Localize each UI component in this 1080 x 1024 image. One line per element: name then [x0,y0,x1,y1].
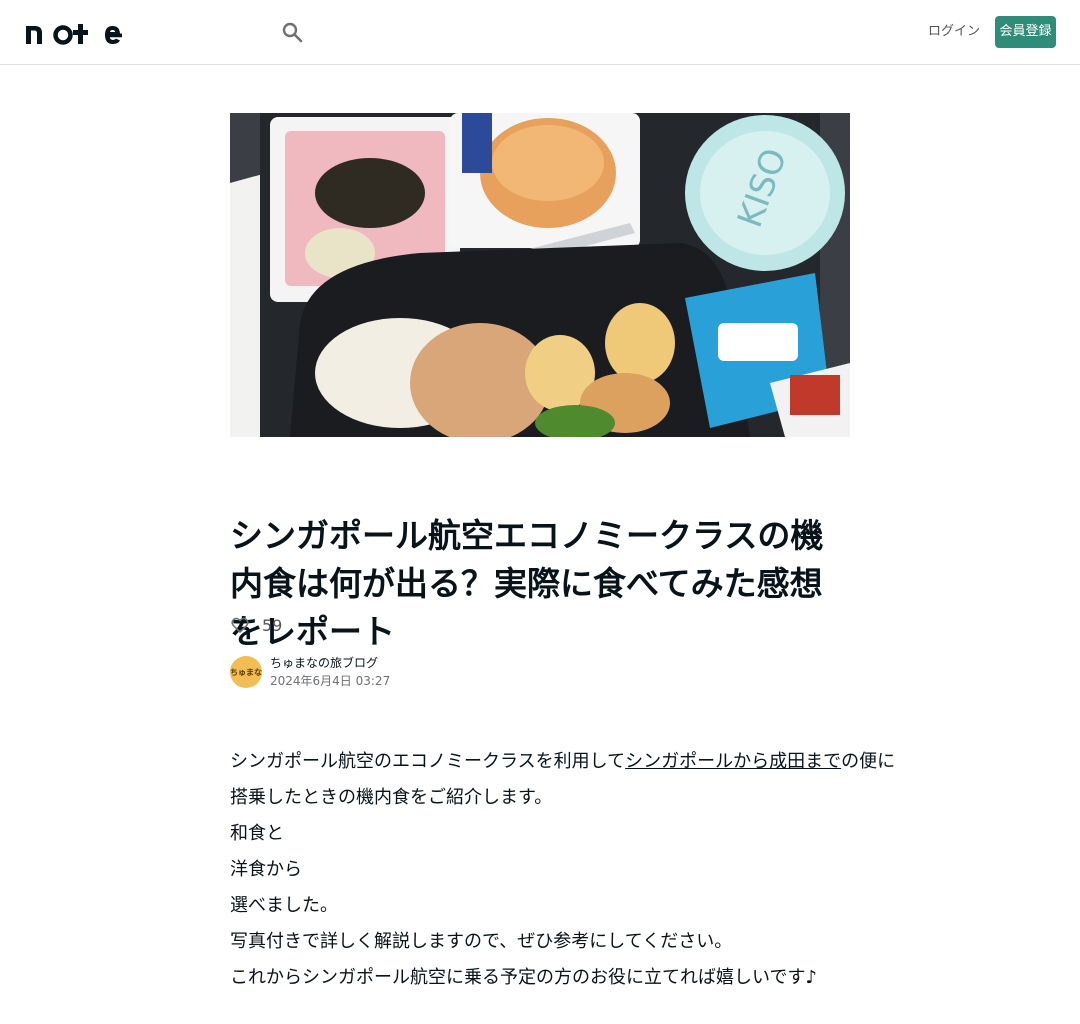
paragraph: 選べました。 [230,895,338,916]
paragraph: 和食と [230,823,284,844]
author-name[interactable]: ちゅまなの旅ブログ [270,655,390,671]
paragraph: 洋食から [230,859,302,880]
paragraph: シンガポール航空のエコノミークラスを利用してシンガポールから成田までの便に [230,744,895,780]
like-count: 59 [262,615,283,635]
heart-icon[interactable] [230,615,250,635]
search-icon[interactable] [280,20,304,44]
avatar[interactable]: ちゅまな [230,656,262,688]
site-header: ログイン 会員登録 [0,0,1080,65]
hero-image: KISO [230,113,850,437]
like-row: 59 [230,614,282,636]
paragraph: これからシンガポール航空に乗る予定の方のお役に立てれば嬉しいです♪ [230,967,817,988]
paragraph: 搭乗したときの機内食をご紹介します。 [230,787,553,808]
author-meta: ちゅまなの旅ブログ 2024年6月4日 03:27 [270,655,390,689]
paragraph: 写真付きで詳しく解説しますので、ぜひ参考にしてください。 [230,931,733,952]
login-link[interactable]: ログイン [928,22,980,42]
paragraph-text: の便に [841,751,896,772]
post-date: 2024年6月4日 03:27 [270,674,391,688]
route-link[interactable]: シンガポールから成田まで [625,751,841,772]
signup-button[interactable]: 会員登録 [995,16,1056,48]
article-body: シンガポール航空のエコノミークラスを利用してシンガポールから成田までの便に 搭乗… [230,744,895,996]
avatar-text: ちゅまな [230,667,262,677]
in-flight-meal-photo: KISO [230,113,850,437]
paragraph-text: シンガポール航空のエコノミークラスを利用して [230,751,626,772]
article-title: シンガポール航空エコノミークラスの機内食は何が出る？実際に食べてみた感想をレポー… [230,516,824,651]
author-row: ちゅまな ちゅまなの旅ブログ 2024年6月4日 03:27 [230,655,390,689]
note-logo[interactable] [24,20,124,46]
